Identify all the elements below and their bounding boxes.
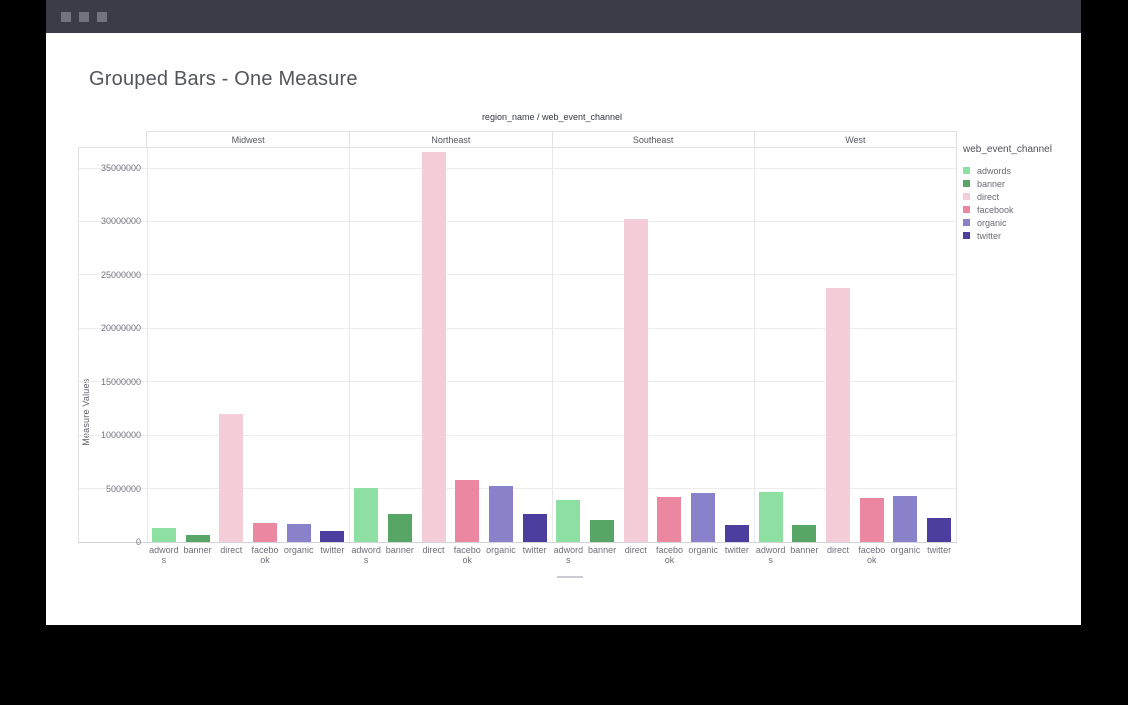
gridline xyxy=(79,221,956,222)
y-tick-label: 30000000 xyxy=(79,215,141,227)
bar-midwest-facebook[interactable] xyxy=(253,523,277,542)
x-tick-label-twitter: twitter xyxy=(919,545,959,555)
gridline xyxy=(79,328,956,329)
bar-west-direct[interactable] xyxy=(826,288,850,542)
app-window: Grouped Bars - One Measure region_name /… xyxy=(46,0,1081,625)
bar-west-banner[interactable] xyxy=(792,525,816,542)
bar-southeast-banner[interactable] xyxy=(590,520,614,542)
page-title: Grouped Bars - One Measure xyxy=(89,68,358,91)
bar-west-facebook[interactable] xyxy=(860,498,884,542)
y-tick-label: 25000000 xyxy=(79,269,141,281)
window-button-icon[interactable] xyxy=(79,12,89,22)
legend-item-twitter[interactable]: twitter xyxy=(963,229,1075,242)
y-tick-label: 0 xyxy=(79,536,141,548)
facet-header-southeast: Southeast xyxy=(552,132,754,148)
titlebar-buttons xyxy=(61,12,107,22)
legend-label: direct xyxy=(977,192,999,202)
window-button-icon[interactable] xyxy=(97,12,107,22)
gridline xyxy=(79,435,956,436)
facet-header-midwest: Midwest xyxy=(147,132,349,148)
bar-southeast-twitter[interactable] xyxy=(725,525,749,542)
gridline xyxy=(79,488,956,489)
y-tick-label: 35000000 xyxy=(79,162,141,174)
facet-divider xyxy=(754,148,755,542)
bar-midwest-adwords[interactable] xyxy=(152,528,176,542)
legend-item-banner[interactable]: banner xyxy=(963,177,1075,190)
legend-items: adwords banner direct facebook organic twitte… xyxy=(963,164,1075,242)
bar-northeast-organic[interactable] xyxy=(489,486,513,542)
gridline xyxy=(79,274,956,275)
facet-divider xyxy=(552,148,553,542)
facet-divider xyxy=(147,148,148,542)
legend-label: twitter xyxy=(977,231,1001,241)
bar-southeast-organic[interactable] xyxy=(691,493,715,542)
bar-southeast-adwords[interactable] xyxy=(556,500,580,542)
y-tick-label: 15000000 xyxy=(79,376,141,388)
bar-northeast-direct[interactable] xyxy=(422,152,446,542)
bar-northeast-facebook[interactable] xyxy=(455,480,479,542)
x-axis-labels: adwordsbannerdirectfacebookorganictwitte… xyxy=(147,545,956,571)
legend-swatch-icon xyxy=(963,193,970,200)
legend-label: banner xyxy=(977,179,1005,189)
legend-swatch-icon xyxy=(963,167,970,174)
facet-header-west: West xyxy=(754,132,956,148)
gridline xyxy=(79,168,956,169)
legend-label: facebook xyxy=(977,205,1014,215)
legend-item-direct[interactable]: direct xyxy=(963,190,1075,203)
plot-area: Measure Values 0500000010000000150000002… xyxy=(78,147,957,543)
bar-midwest-organic[interactable] xyxy=(287,524,311,542)
bar-midwest-direct[interactable] xyxy=(219,414,243,542)
bar-southeast-facebook[interactable] xyxy=(657,497,681,542)
legend-swatch-icon xyxy=(963,180,970,187)
legend-item-organic[interactable]: organic xyxy=(963,216,1075,229)
facet-divider xyxy=(349,148,350,542)
bar-northeast-adwords[interactable] xyxy=(354,488,378,542)
y-tick-label: 20000000 xyxy=(79,322,141,334)
legend-item-facebook[interactable]: facebook xyxy=(963,203,1075,216)
legend-item-adwords[interactable]: adwords xyxy=(963,164,1075,177)
legend-swatch-icon xyxy=(963,232,970,239)
facet-header-band: MidwestNortheastSoutheastWest xyxy=(146,131,957,148)
y-tick-label: 10000000 xyxy=(79,429,141,441)
bar-midwest-twitter[interactable] xyxy=(320,531,344,542)
y-tick-label: 5000000 xyxy=(79,483,141,495)
legend-label: organic xyxy=(977,218,1007,228)
facet-header-northeast: Northeast xyxy=(349,132,551,148)
bar-northeast-twitter[interactable] xyxy=(523,514,547,542)
bar-west-adwords[interactable] xyxy=(759,492,783,542)
legend: web_event_channel adwords banner direct fac… xyxy=(963,144,1075,242)
gridline xyxy=(79,381,956,382)
facet-axis-title: region_name / web_event_channel xyxy=(147,112,957,122)
scroll-indicator[interactable] xyxy=(557,576,583,578)
bar-west-twitter[interactable] xyxy=(927,518,951,542)
bar-southeast-direct[interactable] xyxy=(624,219,648,542)
bar-west-organic[interactable] xyxy=(893,496,917,542)
bar-northeast-banner[interactable] xyxy=(388,514,412,542)
legend-label: adwords xyxy=(977,166,1011,176)
legend-swatch-icon xyxy=(963,206,970,213)
bar-midwest-banner[interactable] xyxy=(186,535,210,542)
legend-title: web_event_channel xyxy=(963,144,1075,155)
window-titlebar xyxy=(46,0,1081,33)
legend-swatch-icon xyxy=(963,219,970,226)
window-button-icon[interactable] xyxy=(61,12,71,22)
